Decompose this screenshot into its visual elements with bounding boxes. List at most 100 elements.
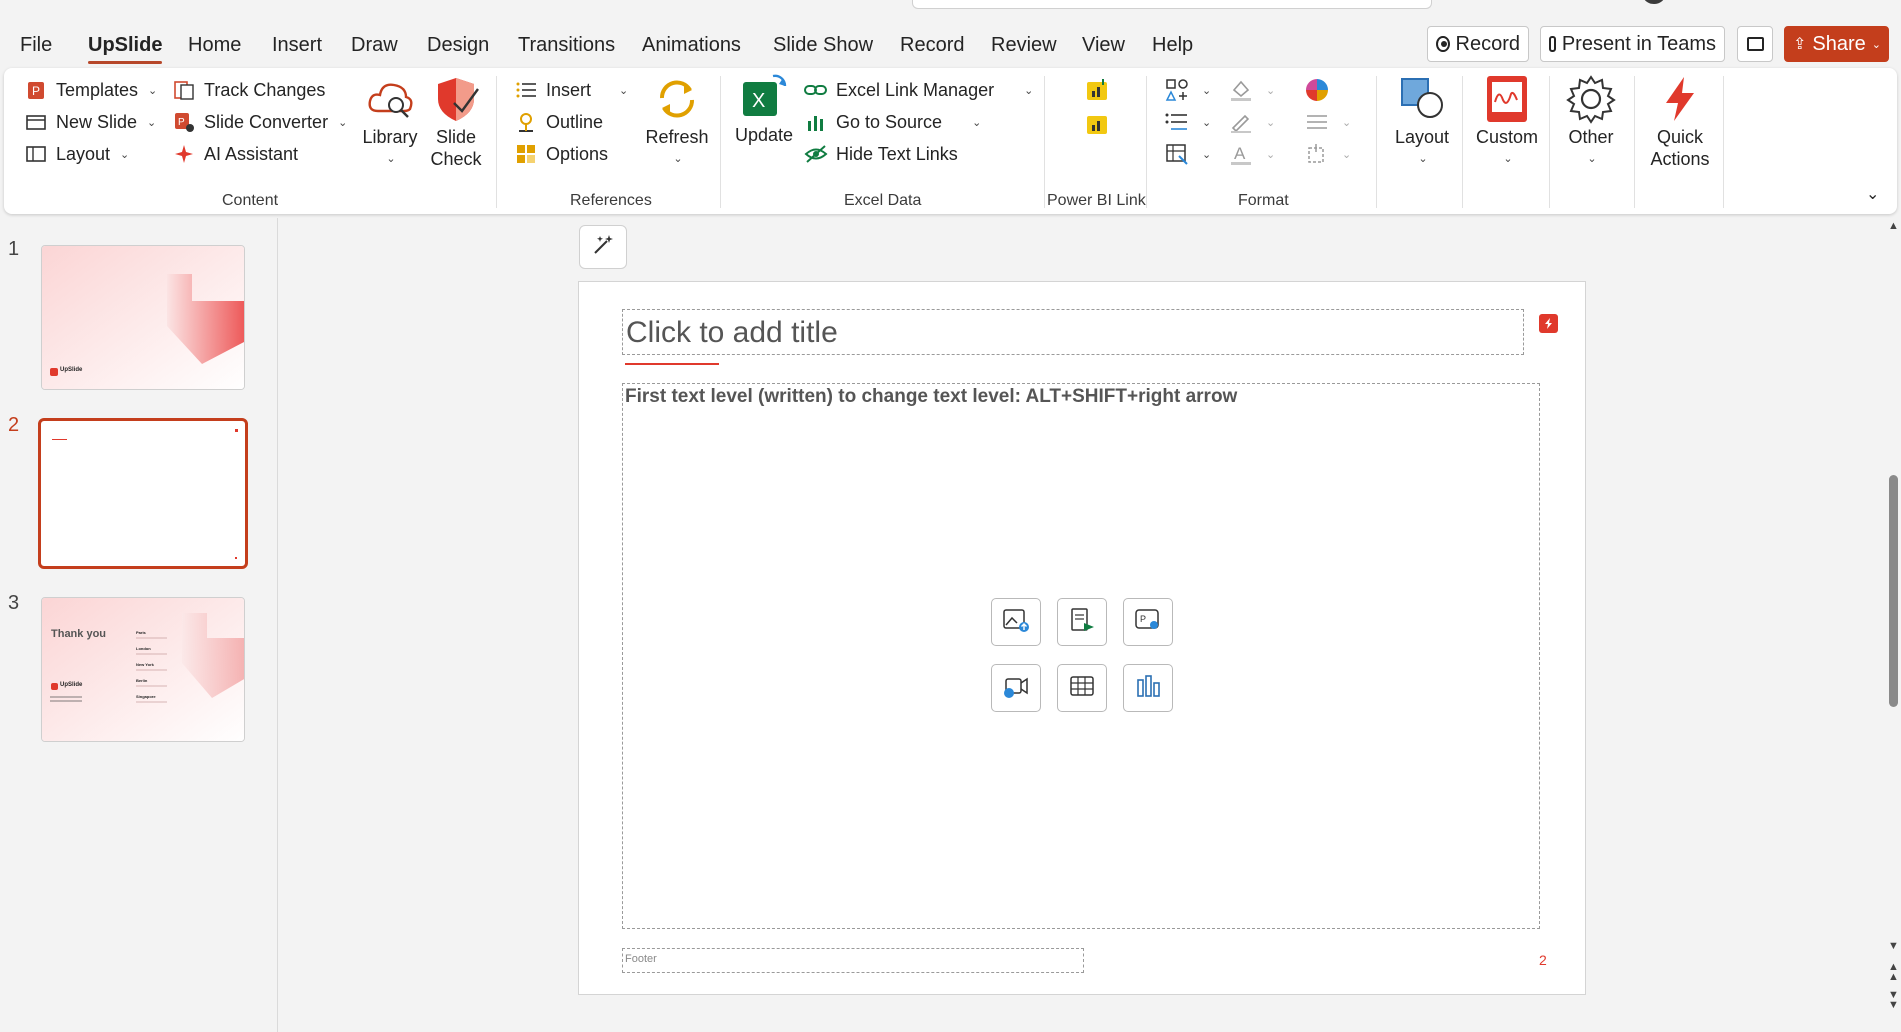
present-in-teams-button[interactable]: Present in Teams <box>1540 26 1725 62</box>
upslide-logo-icon <box>51 683 58 690</box>
thumbnail-logo-text: UpSlide <box>60 367 83 373</box>
thumbnail-logo-text: UpSlide <box>60 682 83 688</box>
comments-button[interactable] <box>1737 26 1773 62</box>
tab-help[interactable]: Help <box>1152 34 1193 57</box>
tab-home[interactable]: Home <box>188 34 241 57</box>
slide-converter-button[interactable]: P Slide Converter ⌄ <box>172 110 347 134</box>
tab-record[interactable]: Record <box>900 34 964 57</box>
insert-picture-button[interactable] <box>991 598 1041 646</box>
new-slide-icon <box>24 110 48 134</box>
record-label: Record <box>1455 32 1520 55</box>
chevron-down-icon: ⌄ <box>1202 149 1212 161</box>
line-color-dropdown[interactable]: ⌄ <box>1226 110 1275 138</box>
insert-table-button[interactable] <box>1057 664 1107 712</box>
tab-animations[interactable]: Animations <box>642 34 741 57</box>
chart-icon <box>1135 674 1161 703</box>
scroll-down-icon[interactable]: ▼ <box>1888 940 1899 952</box>
bullets-dropdown[interactable]: ⌄ <box>1162 110 1211 138</box>
tab-view[interactable]: View <box>1082 34 1125 57</box>
picture-icon <box>1002 607 1030 638</box>
chevron-down-icon: ⌄ <box>673 153 683 165</box>
scroll-up-icon[interactable]: ▲ <box>1888 220 1899 232</box>
quick-actions-label-1: Quick <box>1656 127 1703 147</box>
powerbi-refresh-button[interactable] <box>1082 112 1112 140</box>
title-placeholder[interactable]: Click to add title <box>622 309 1524 355</box>
options-button[interactable]: Options <box>514 142 608 166</box>
insert-chart-button[interactable] <box>1123 664 1173 712</box>
track-changes-icon <box>172 78 196 102</box>
share-button[interactable]: ⇪ Share ⌄ <box>1784 26 1889 62</box>
tab-transitions[interactable]: Transitions <box>518 34 615 57</box>
slide-thumbnail-2[interactable] <box>38 418 248 569</box>
tab-slide-show[interactable]: Slide Show <box>773 34 873 57</box>
fill-color-dropdown[interactable]: ⌄ <box>1226 78 1275 106</box>
slide-thumbnail-1[interactable]: UpSlide <box>41 245 245 390</box>
lightning-icon <box>1655 74 1705 124</box>
powerbi-refresh-icon <box>1084 111 1110 142</box>
list-icon <box>514 78 538 102</box>
slide-canvas[interactable]: Click to add title First text level (wri… <box>578 281 1586 995</box>
next-slide-icon[interactable]: ▼ ▼ <box>1888 990 1899 1011</box>
tab-review[interactable]: Review <box>991 34 1057 57</box>
insert-document-button[interactable] <box>1057 598 1107 646</box>
go-to-source-button[interactable]: Go to Source ⌄ <box>804 110 981 134</box>
references-insert-button[interactable]: Insert ⌄ <box>514 78 628 102</box>
layout-dropdown[interactable]: Layout ⌄ <box>24 142 129 166</box>
insert-cameo-button[interactable]: P <box>1123 598 1173 646</box>
tab-insert[interactable]: Insert <box>272 34 322 57</box>
quick-actions-button[interactable]: Quick Actions <box>1644 74 1716 170</box>
update-button[interactable]: X Update <box>732 72 796 146</box>
other-button[interactable]: Other ⌄ <box>1558 74 1624 170</box>
resize-dropdown[interactable]: ⌄ <box>1302 142 1351 170</box>
vertical-scrollbar[interactable]: ▲ ▼ ▲ ▲ ▼ ▼ <box>1885 220 1901 1032</box>
library-cloud-icon <box>365 74 415 124</box>
avatar[interactable] <box>1643 0 1665 4</box>
chevron-down-icon: ⌄ <box>619 84 629 97</box>
outline-button[interactable]: Outline <box>514 110 603 134</box>
content-placeholder[interactable]: First text level (written) to change tex… <box>622 383 1540 929</box>
designer-magic-button[interactable] <box>579 225 627 269</box>
table-format-dropdown[interactable]: ⌄ <box>1162 142 1211 170</box>
track-changes-button[interactable]: Track Changes <box>172 78 325 102</box>
record-button[interactable]: Record <box>1427 26 1529 62</box>
hide-text-links-button[interactable]: Hide Text Links <box>804 142 958 166</box>
chevron-down-icon: ⌄ <box>1342 149 1352 161</box>
powerbi-insert-button[interactable] <box>1082 78 1112 106</box>
chevron-down-icon: ⌄ <box>1418 153 1428 165</box>
tab-upslide[interactable]: UpSlide <box>88 34 163 64</box>
tab-draw[interactable]: Draw <box>351 34 398 57</box>
update-label: Update <box>734 125 794 145</box>
shapes-dropdown[interactable]: ⌄ <box>1162 78 1211 106</box>
refresh-button[interactable]: Refresh ⌄ <box>642 74 712 170</box>
gear-icon <box>1566 74 1616 124</box>
align-dropdown[interactable]: ⌄ <box>1302 110 1351 138</box>
new-slide-button[interactable]: New Slide ⌄ <box>24 110 156 134</box>
tab-design[interactable]: Design <box>427 34 489 57</box>
thumbnail-number: 1 <box>8 238 20 260</box>
color-palette-button[interactable] <box>1302 78 1332 106</box>
layout-button[interactable]: Layout ⌄ <box>1390 74 1454 170</box>
excel-link-manager-button[interactable]: Excel Link Manager ⌄ <box>804 78 1033 102</box>
group-label-references: References <box>570 192 652 209</box>
search-box[interactable] <box>912 0 1432 9</box>
excel-update-icon: X <box>739 72 789 122</box>
library-button[interactable]: Library ⌄ <box>360 74 420 170</box>
chevron-down-icon: ⌄ <box>1503 153 1513 165</box>
slide-check-button[interactable]: Slide Check <box>428 74 484 170</box>
custom-button[interactable]: Custom ⌄ <box>1470 74 1544 170</box>
insert-video-button[interactable] <box>991 664 1041 712</box>
font-color-dropdown[interactable]: A ⌄ <box>1226 142 1275 170</box>
record-icon <box>1436 36 1450 52</box>
tab-file[interactable]: File <box>20 34 52 57</box>
svg-text:A: A <box>1234 144 1246 163</box>
ai-sparkle-icon <box>172 142 196 166</box>
ai-assistant-button[interactable]: AI Assistant <box>172 142 298 166</box>
templates-button[interactable]: P Templates ⌄ <box>24 78 157 102</box>
previous-slide-icon[interactable]: ▲ ▲ <box>1888 962 1899 983</box>
slide-thumbnail-3[interactable]: Thank you Paris London New York Berlin S… <box>41 597 245 742</box>
ribbon-collapse-chevron-icon[interactable]: ⌄ <box>1866 184 1879 204</box>
ai-assistant-label: AI Assistant <box>204 143 299 164</box>
scrollbar-thumb[interactable] <box>1889 475 1898 707</box>
chevron-down-icon: ⌄ <box>1587 153 1597 165</box>
footer-placeholder[interactable]: Footer <box>622 948 1084 973</box>
